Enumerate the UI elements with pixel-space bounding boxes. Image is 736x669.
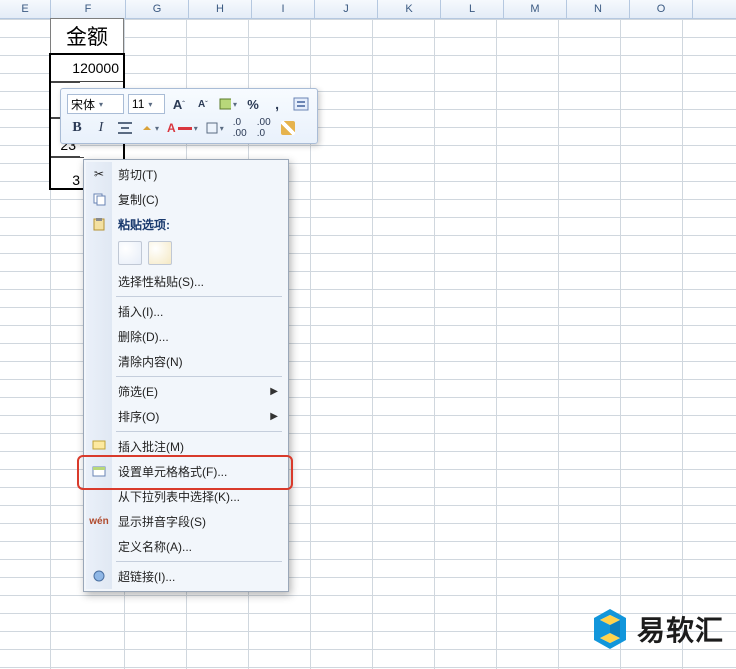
menu-show-pinyin[interactable]: wén 显示拼音字段(S) bbox=[86, 509, 286, 534]
menu-label: 定义名称(A)... bbox=[118, 538, 192, 555]
percent-button[interactable]: % bbox=[243, 95, 263, 113]
chevron-down-icon: ▾ bbox=[233, 100, 237, 109]
column-headers: EFGHIJKLMNO bbox=[0, 0, 736, 19]
menu-hyperlink[interactable]: 超链接(I)... bbox=[86, 564, 286, 589]
font-color-button[interactable]: A ▾ bbox=[165, 119, 200, 137]
italic-button[interactable]: I bbox=[91, 119, 111, 137]
menu-paste-special[interactable]: 选择性粘贴(S)... bbox=[86, 269, 286, 294]
logo-icon bbox=[591, 607, 629, 651]
decrease-font-button[interactable]: Aˇ bbox=[193, 95, 213, 113]
borders-button[interactable]: ▾ bbox=[204, 119, 226, 137]
menu-label: 显示拼音字段(S) bbox=[118, 513, 206, 530]
format-cells-icon bbox=[91, 463, 107, 479]
data-cell[interactable]: 3 bbox=[50, 157, 84, 189]
data-cell[interactable]: 120000 bbox=[50, 54, 124, 82]
context-menu: ✂ 剪切(T) 复制(C) 粘贴选项: 选择性粘贴(S)... 插入(I)...… bbox=[83, 159, 289, 592]
column-header[interactable]: F bbox=[51, 0, 126, 18]
chevron-down-icon: ▾ bbox=[194, 124, 198, 133]
increase-decimal-button[interactable]: .0.00 bbox=[230, 119, 250, 137]
submenu-arrow-icon: ▶ bbox=[270, 411, 278, 422]
menu-clear[interactable]: 清除内容(N) bbox=[86, 349, 286, 374]
menu-filter[interactable]: 筛选(E) ▶ bbox=[86, 379, 286, 404]
font-name-select[interactable]: 宋体 ▾ bbox=[67, 94, 124, 114]
comma-button[interactable]: , bbox=[267, 95, 287, 113]
pinyin-icon: wén bbox=[91, 513, 107, 529]
menu-insert[interactable]: 插入(I)... bbox=[86, 299, 286, 324]
menu-label: 选择性粘贴(S)... bbox=[118, 273, 204, 290]
column-header[interactable]: L bbox=[441, 0, 504, 18]
fill-color-button[interactable]: ▾ bbox=[139, 119, 161, 137]
menu-label: 剪切(T) bbox=[118, 166, 157, 183]
column-header[interactable]: J bbox=[315, 0, 378, 18]
menu-label: 筛选(E) bbox=[118, 383, 158, 400]
paste-option-default[interactable] bbox=[118, 241, 142, 265]
column-header[interactable]: E bbox=[0, 0, 51, 18]
copy-icon bbox=[91, 191, 107, 207]
column-header[interactable]: O bbox=[630, 0, 693, 18]
cell-value: 3 bbox=[72, 172, 80, 188]
column-header[interactable]: M bbox=[504, 0, 567, 18]
submenu-arrow-icon: ▶ bbox=[270, 386, 278, 397]
column-header[interactable]: I bbox=[252, 0, 315, 18]
chevron-down-icon: ▾ bbox=[155, 124, 159, 133]
menu-insert-comment[interactable]: 插入批注(M) bbox=[86, 434, 286, 459]
accounting-button[interactable] bbox=[291, 95, 311, 113]
column-header-amount: 金额 bbox=[50, 18, 124, 54]
menu-label: 设置单元格格式(F)... bbox=[118, 463, 227, 480]
watermark: 易软汇 bbox=[591, 607, 724, 651]
font-size-select[interactable]: 11 ▾ bbox=[128, 94, 165, 114]
chevron-down-icon: ▾ bbox=[220, 124, 224, 133]
menu-paste-options-label: 粘贴选项: bbox=[86, 212, 286, 237]
decrease-decimal-button[interactable]: .00.0 bbox=[254, 119, 274, 137]
menu-label: 从下拉列表中选择(K)... bbox=[118, 488, 240, 505]
menu-label: 复制(C) bbox=[118, 191, 159, 208]
menu-label: 清除内容(N) bbox=[118, 353, 183, 370]
menu-label: 删除(D)... bbox=[118, 328, 169, 345]
menu-label: 粘贴选项: bbox=[118, 216, 170, 233]
menu-copy[interactable]: 复制(C) bbox=[86, 187, 286, 212]
format-painter-button[interactable] bbox=[278, 119, 298, 137]
bold-button[interactable]: B bbox=[67, 119, 87, 137]
font-size-value: 11 bbox=[132, 97, 144, 111]
menu-separator bbox=[116, 296, 282, 297]
chevron-down-icon: ▾ bbox=[99, 100, 103, 109]
comment-icon bbox=[91, 438, 107, 454]
menu-separator bbox=[116, 561, 282, 562]
menu-sort[interactable]: 排序(O) ▶ bbox=[86, 404, 286, 429]
menu-label: 超链接(I)... bbox=[118, 568, 175, 585]
paste-icon bbox=[91, 216, 107, 232]
hyperlink-icon bbox=[91, 568, 107, 584]
menu-label: 插入(I)... bbox=[118, 303, 163, 320]
menu-pick-from-dropdown[interactable]: 从下拉列表中选择(K)... bbox=[86, 484, 286, 509]
menu-delete[interactable]: 删除(D)... bbox=[86, 324, 286, 349]
number-format-button[interactable]: ▾ bbox=[217, 95, 239, 113]
increase-a-icon: A bbox=[173, 97, 182, 112]
watermark-text: 易软汇 bbox=[637, 609, 724, 649]
column-header[interactable]: N bbox=[567, 0, 630, 18]
menu-cut[interactable]: ✂ 剪切(T) bbox=[86, 162, 286, 187]
menu-define-name[interactable]: 定义名称(A)... bbox=[86, 534, 286, 559]
menu-format-cells[interactable]: 设置单元格格式(F)... bbox=[86, 459, 286, 484]
font-name-value: 宋体 bbox=[71, 96, 95, 113]
paste-option-icons bbox=[86, 237, 286, 269]
column-header[interactable]: K bbox=[378, 0, 441, 18]
cut-icon: ✂ bbox=[91, 166, 107, 182]
increase-font-button[interactable]: Aˆ bbox=[169, 95, 189, 113]
decrease-a-icon: A bbox=[198, 99, 205, 110]
paste-option-values[interactable] bbox=[148, 241, 172, 265]
mini-toolbar: 宋体 ▾ 11 ▾ Aˆ Aˇ ▾ % , B I ▾ A bbox=[60, 88, 318, 144]
column-header[interactable]: G bbox=[126, 0, 189, 18]
column-header[interactable]: H bbox=[189, 0, 252, 18]
chevron-down-icon: ▾ bbox=[148, 100, 152, 109]
menu-separator bbox=[116, 376, 282, 377]
menu-label: 排序(O) bbox=[118, 408, 159, 425]
menu-label: 插入批注(M) bbox=[118, 438, 184, 455]
align-center-button[interactable] bbox=[115, 119, 135, 137]
menu-separator bbox=[116, 431, 282, 432]
